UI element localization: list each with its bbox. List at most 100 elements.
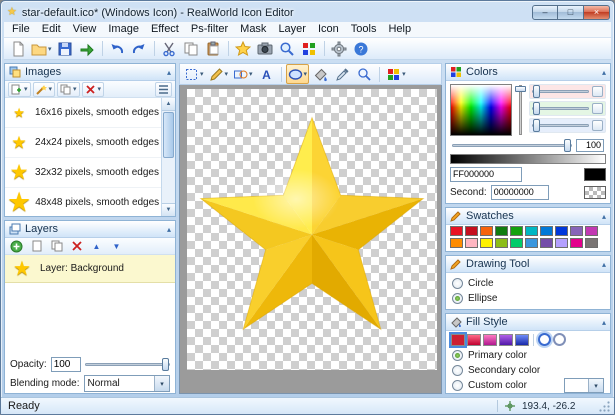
fill-style-panel-header[interactable]: Fill Style ▴: [446, 314, 610, 331]
primary-color-label[interactable]: Primary color: [468, 350, 527, 361]
text-tool-button[interactable]: A: [256, 64, 277, 84]
ellipse-radio[interactable]: [452, 293, 463, 304]
chevron-down-icon[interactable]: ▾: [154, 376, 169, 391]
ellipse-option[interactable]: Ellipse: [446, 291, 610, 306]
menu-image[interactable]: Image: [102, 22, 145, 37]
fill-style-radial[interactable]: [553, 333, 566, 346]
primary-color-swatch[interactable]: [584, 168, 606, 181]
swatch[interactable]: [510, 226, 523, 236]
paste-button[interactable]: [203, 39, 224, 59]
menu-icon[interactable]: Icon: [312, 22, 345, 37]
alpha-input[interactable]: [576, 139, 604, 152]
blue-slider-thumb[interactable]: [533, 119, 540, 132]
maximize-button[interactable]: □: [558, 5, 584, 20]
fill-style-gradient-4[interactable]: [515, 334, 529, 346]
brightness-slider-thumb[interactable]: [515, 86, 526, 92]
ellipse-label[interactable]: Ellipse: [468, 293, 497, 304]
image-item-16[interactable]: ★ 16x16 pixels, smooth edges: [5, 98, 161, 128]
swatch[interactable]: [525, 238, 538, 248]
scroll-up-icon[interactable]: ▲: [162, 98, 175, 111]
primary-hex-input[interactable]: [450, 167, 522, 182]
menu-tools[interactable]: Tools: [345, 22, 383, 37]
fill-tool-button[interactable]: [310, 64, 331, 84]
circle-option[interactable]: Circle: [446, 276, 610, 291]
custom-color-option[interactable]: Custom color ▾: [446, 378, 610, 393]
menu-layer[interactable]: Layer: [272, 22, 312, 37]
select-tool-button[interactable]: ▾: [182, 64, 206, 84]
swatch[interactable]: [450, 226, 463, 236]
alpha-slider[interactable]: [452, 143, 572, 148]
image-item-48[interactable]: ★ 48x48 pixels, smooth edges: [5, 188, 161, 216]
swatch[interactable]: [525, 226, 538, 236]
menu-help[interactable]: Help: [382, 22, 417, 37]
collapse-icon[interactable]: ▴: [167, 225, 171, 234]
colors-panel-header[interactable]: Colors ▴: [446, 64, 610, 81]
drawing-tool-panel-header[interactable]: Drawing Tool ▴: [446, 256, 610, 273]
new-image-button[interactable]: ▾: [8, 82, 31, 97]
swatch[interactable]: [585, 238, 598, 248]
swatch[interactable]: [465, 226, 478, 236]
add-layer-button[interactable]: [8, 239, 25, 254]
secondary-color-option[interactable]: Secondary color: [446, 363, 610, 378]
redo-button[interactable]: [129, 39, 150, 59]
fill-style-solid[interactable]: [451, 334, 465, 346]
blending-mode-select[interactable]: Normal ▾: [84, 375, 171, 392]
menu-file[interactable]: File: [6, 22, 36, 37]
fill-style-gradient-2[interactable]: [483, 334, 497, 346]
primary-color-radio[interactable]: [452, 350, 463, 361]
collapse-icon[interactable]: ▴: [167, 68, 171, 77]
fill-style-gradient-3[interactable]: [499, 334, 513, 346]
help-button[interactable]: ?: [351, 39, 372, 59]
capture-button[interactable]: [255, 39, 276, 59]
swatch[interactable]: [495, 238, 508, 248]
second-color-swatch[interactable]: [584, 186, 606, 199]
swatch[interactable]: [495, 226, 508, 236]
titlebar[interactable]: ★ star-default.ico* (Windows Icon) - Rea…: [1, 1, 614, 22]
swatches-panel-header[interactable]: Swatches ▴: [446, 208, 610, 225]
swatch[interactable]: [555, 238, 568, 248]
opacity-slider[interactable]: [85, 362, 170, 367]
menu-edit[interactable]: Edit: [36, 22, 67, 37]
green-spin-button[interactable]: [592, 103, 603, 114]
red-slider[interactable]: [532, 89, 589, 94]
swatch[interactable]: [585, 226, 598, 236]
image-item-24[interactable]: ★ 24x24 pixels, smooth edges: [5, 128, 161, 158]
green-slider[interactable]: [532, 106, 589, 111]
import-button[interactable]: [77, 39, 98, 59]
green-slider-thumb[interactable]: [533, 102, 540, 115]
ellipse-tool-button[interactable]: ▾: [286, 64, 310, 84]
move-layer-up-button[interactable]: ▲: [88, 239, 105, 254]
delete-layer-button[interactable]: [68, 239, 85, 254]
swatch[interactable]: [570, 238, 583, 248]
collapse-icon[interactable]: ▴: [602, 318, 606, 327]
swatch[interactable]: [510, 238, 523, 248]
duplicate-image-button[interactable]: ▾: [57, 82, 80, 97]
wizard-button[interactable]: [233, 39, 254, 59]
menu-effect[interactable]: Effect: [145, 22, 185, 37]
swatch[interactable]: [540, 226, 553, 236]
swatch[interactable]: [540, 238, 553, 248]
collapse-icon[interactable]: ▴: [602, 260, 606, 269]
test-button[interactable]: [277, 39, 298, 59]
canvas-checkerboard[interactable]: [187, 89, 437, 370]
fill-style-radial-selected[interactable]: [538, 333, 551, 346]
layer-row-background[interactable]: ★ Layer: Background: [5, 255, 175, 283]
swatch[interactable]: [450, 238, 463, 248]
blue-slider[interactable]: [532, 123, 589, 128]
red-slider-thumb[interactable]: [533, 85, 540, 98]
image-item-32[interactable]: ★ 32x32 pixels, smooth edges: [5, 158, 161, 188]
red-spin-button[interactable]: [592, 86, 603, 97]
undo-button[interactable]: [107, 39, 128, 59]
custom-color-label[interactable]: Custom color: [468, 380, 527, 391]
new-layer-button[interactable]: [28, 239, 45, 254]
chevron-down-icon[interactable]: ▾: [588, 379, 603, 392]
second-hex-input[interactable]: [491, 185, 549, 200]
zoom-tool-button[interactable]: [354, 64, 375, 84]
move-layer-down-button[interactable]: ▼: [108, 239, 125, 254]
swatch[interactable]: [465, 238, 478, 248]
swatch[interactable]: [555, 226, 568, 236]
delete-image-button[interactable]: ▾: [82, 82, 105, 97]
blue-spin-button[interactable]: [592, 120, 603, 131]
colors-button[interactable]: [299, 39, 320, 59]
opacity-input[interactable]: [51, 357, 81, 372]
